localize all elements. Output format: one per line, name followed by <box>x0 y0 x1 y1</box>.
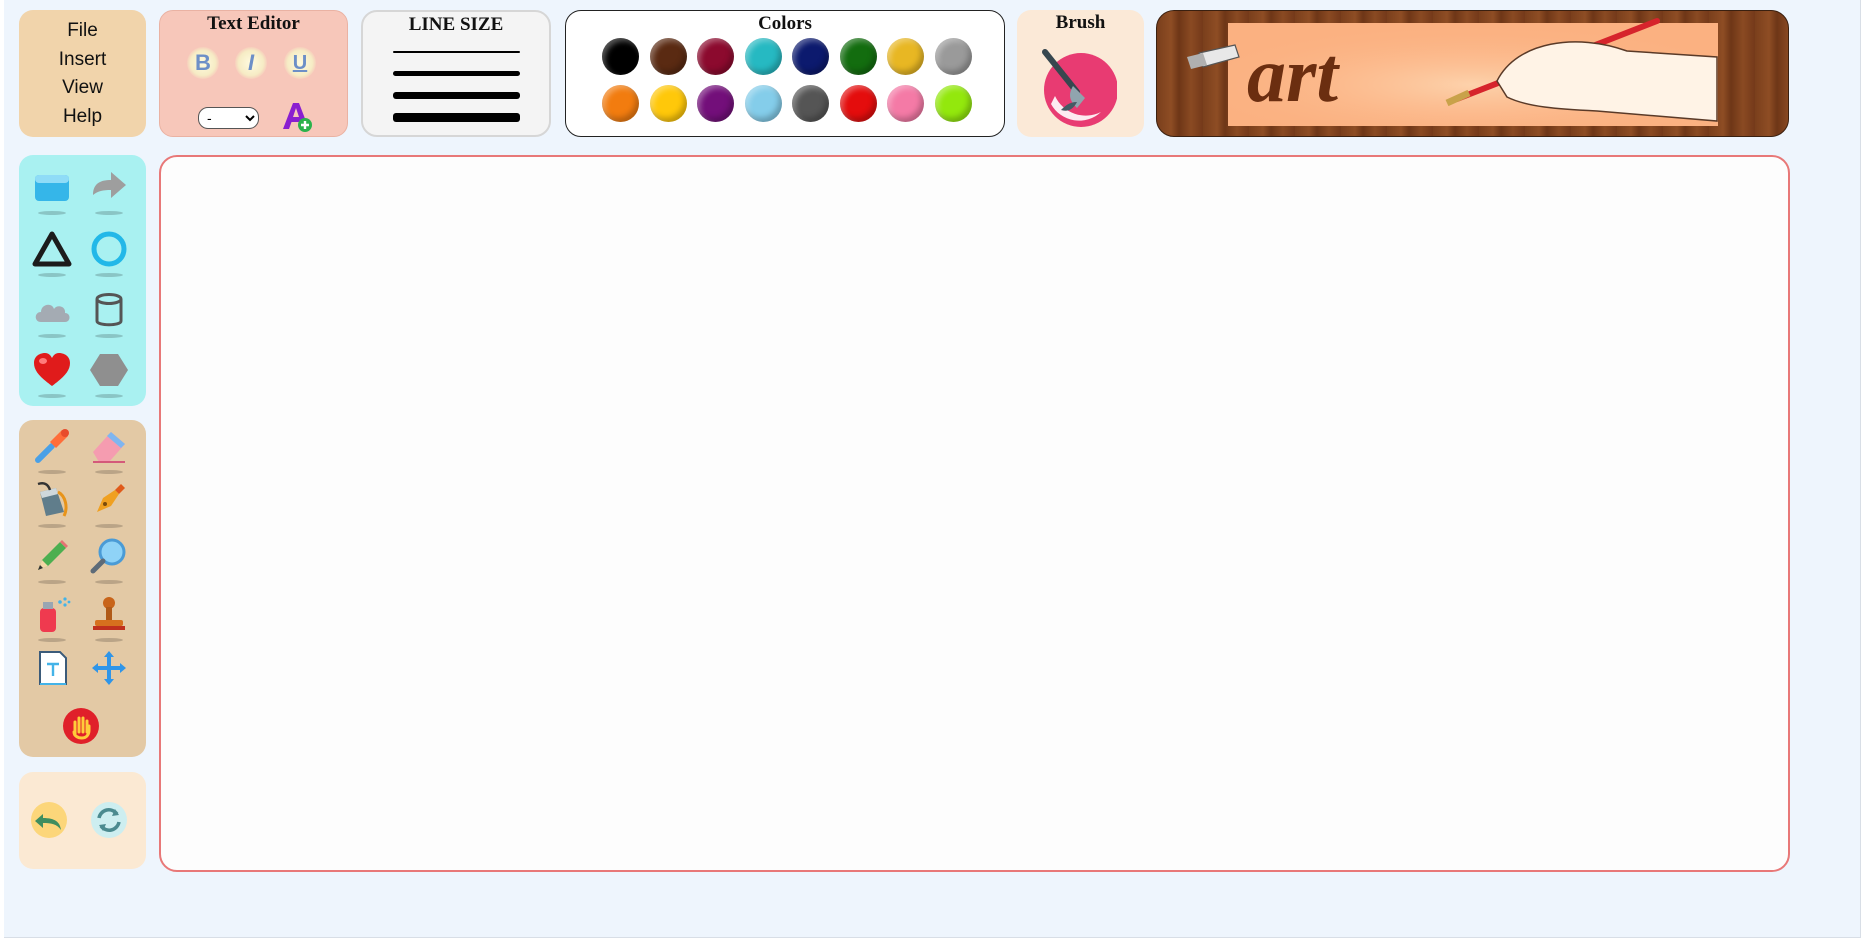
magnifier-icon[interactable] <box>87 534 131 584</box>
text-editor-panel: Text Editor B I U - <box>159 10 348 137</box>
rectangle-icon[interactable] <box>30 165 74 215</box>
art-banner: art <box>1156 10 1789 137</box>
colors-panel: Colors <box>565 10 1005 137</box>
color-swatch[interactable] <box>887 38 924 75</box>
cylinder-icon[interactable] <box>87 288 131 338</box>
eraser-icon[interactable] <box>87 424 131 474</box>
circle-icon[interactable] <box>87 227 131 277</box>
color-swatch[interactable] <box>649 38 687 75</box>
heart-icon[interactable] <box>30 348 74 398</box>
menu-view[interactable]: View <box>62 78 103 97</box>
paint-app: File Insert View Help Text Editor B I U … <box>4 0 1861 938</box>
menu-insert[interactable]: Insert <box>59 50 107 69</box>
color-picker-icon[interactable] <box>30 424 74 474</box>
paint-bucket-icon[interactable] <box>30 478 74 528</box>
color-swatch[interactable] <box>602 85 639 122</box>
colors-title: Colors <box>758 13 812 34</box>
color-swatch[interactable] <box>887 85 924 122</box>
drawing-canvas[interactable] <box>159 155 1790 872</box>
cloud-icon[interactable] <box>30 288 74 338</box>
line-size-thick[interactable] <box>393 92 520 99</box>
text-box-icon[interactable] <box>30 646 74 690</box>
font-size-select[interactable]: - <box>198 107 259 129</box>
stamp-icon[interactable] <box>87 592 131 642</box>
paint-brush-icon[interactable] <box>1037 46 1118 128</box>
underline-button[interactable]: U <box>284 47 316 79</box>
pen-nib-icon[interactable] <box>87 478 131 528</box>
color-swatch[interactable] <box>792 38 829 75</box>
triangle-icon[interactable] <box>30 227 74 277</box>
line-size-panel: LINE SIZE <box>361 10 551 137</box>
hexagon-icon[interactable] <box>87 348 131 398</box>
line-size-extra-thick[interactable] <box>393 113 520 122</box>
pencil-icon[interactable] <box>30 534 74 584</box>
line-size-thin[interactable] <box>393 51 520 53</box>
color-swatch[interactable] <box>697 38 734 75</box>
brush-title: Brush <box>1055 12 1106 33</box>
font-color-add-icon[interactable] <box>279 99 313 133</box>
banner-art-text: art <box>1247 31 1340 118</box>
art-banner-image: art <box>1187 18 1718 126</box>
color-swatch[interactable] <box>744 85 782 122</box>
color-swatch[interactable] <box>649 85 687 122</box>
line-size-medium[interactable] <box>393 71 520 76</box>
line-size-title: LINE SIZE <box>408 14 504 35</box>
italic-button[interactable]: I <box>235 47 267 79</box>
shapes-toolbox <box>19 155 146 406</box>
main-menu: File Insert View Help <box>19 10 146 137</box>
menu-file[interactable]: File <box>67 21 98 40</box>
spray-can-icon[interactable] <box>30 592 74 642</box>
text-editor-title: Text Editor <box>207 13 300 34</box>
tools-toolbox <box>19 420 146 757</box>
color-swatch[interactable] <box>839 38 877 75</box>
color-swatch[interactable] <box>934 38 972 75</box>
color-swatch[interactable] <box>934 85 972 122</box>
history-panel <box>19 772 146 869</box>
arrow-icon[interactable] <box>87 165 131 215</box>
move-icon[interactable] <box>87 646 131 690</box>
color-swatch[interactable] <box>744 38 782 75</box>
color-swatch[interactable] <box>792 85 829 122</box>
brush-panel: Brush <box>1017 10 1144 137</box>
color-swatch[interactable] <box>602 38 639 75</box>
refresh-icon[interactable] <box>87 798 131 842</box>
color-swatch[interactable] <box>697 85 734 122</box>
undo-icon[interactable] <box>27 798 71 842</box>
menu-help[interactable]: Help <box>63 107 102 126</box>
bold-button[interactable]: B <box>187 47 219 79</box>
color-swatch[interactable] <box>839 85 877 122</box>
stop-hand-icon[interactable] <box>59 704 103 748</box>
